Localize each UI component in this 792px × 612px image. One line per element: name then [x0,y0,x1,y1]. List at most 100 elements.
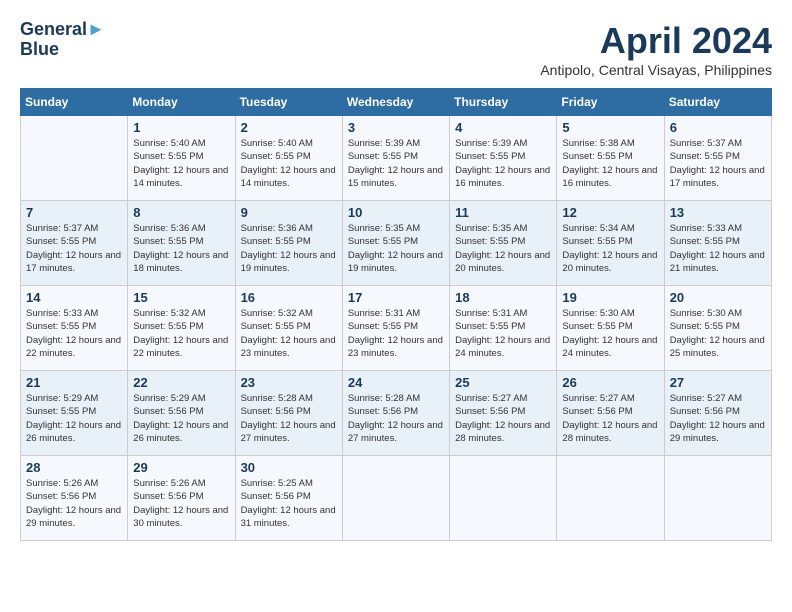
day-number: 15 [133,290,229,305]
calendar-cell [557,456,664,541]
logo-text: General►Blue [20,20,105,60]
calendar-cell: 21 Sunrise: 5:29 AMSunset: 5:55 PMDayligh… [21,371,128,456]
calendar-header-row: SundayMondayTuesdayWednesdayThursdayFrid… [21,89,772,116]
day-info: Sunrise: 5:39 AMSunset: 5:55 PMDaylight:… [348,137,444,190]
calendar-cell: 22Sunrise: 5:29 AMSunset: 5:56 PMDayligh… [128,371,235,456]
calendar-cell: 27 Sunrise: 5:27 AMSunset: 5:56 PMDayligh… [664,371,771,456]
day-info: Sunrise: 5:27 AMSunset: 5:56 PMDaylight:… [670,392,766,445]
day-info: Sunrise: 5:28 AMSunset: 5:56 PMDaylight:… [241,392,337,445]
calendar-week-row: 21 Sunrise: 5:29 AMSunset: 5:55 PMDayligh… [21,371,772,456]
day-info: Sunrise: 5:35 AMSunset: 5:55 PMDaylight:… [455,222,551,275]
day-number: 20 [670,290,766,305]
day-info: Sunrise: 5:33 AMSunset: 5:55 PMDaylight:… [670,222,766,275]
day-number: 27 [670,375,766,390]
calendar-cell: 24Sunrise: 5:28 AMSunset: 5:56 PMDayligh… [342,371,449,456]
day-info: Sunrise: 5:36 AMSunset: 5:55 PMDaylight:… [133,222,229,275]
calendar-week-row: 14 Sunrise: 5:33 AMSunset: 5:55 PMDayligh… [21,286,772,371]
calendar-cell [21,116,128,201]
calendar-cell: 9 Sunrise: 5:36 AMSunset: 5:55 PMDaylight… [235,201,342,286]
day-info: Sunrise: 5:25 AMSunset: 5:56 PMDaylight:… [241,477,337,530]
day-number: 1 [133,120,229,135]
calendar-cell: 25 Sunrise: 5:27 AMSunset: 5:56 PMDayligh… [450,371,557,456]
day-info: Sunrise: 5:27 AMSunset: 5:56 PMDaylight:… [562,392,658,445]
day-number: 10 [348,205,444,220]
day-number: 9 [241,205,337,220]
calendar-cell: 3 Sunrise: 5:39 AMSunset: 5:55 PMDaylight… [342,116,449,201]
day-info: Sunrise: 5:37 AMSunset: 5:55 PMDaylight:… [26,222,122,275]
day-number: 18 [455,290,551,305]
day-info: Sunrise: 5:30 AMSunset: 5:55 PMDaylight:… [670,307,766,360]
day-number: 7 [26,205,122,220]
calendar-cell: 17 Sunrise: 5:31 AMSunset: 5:55 PMDayligh… [342,286,449,371]
day-number: 8 [133,205,229,220]
calendar-cell: 5 Sunrise: 5:38 AMSunset: 5:55 PMDaylight… [557,116,664,201]
day-number: 21 [26,375,122,390]
day-number: 16 [241,290,337,305]
day-number: 12 [562,205,658,220]
calendar-cell: 4Sunrise: 5:39 AMSunset: 5:55 PMDaylight… [450,116,557,201]
calendar-cell: 8 Sunrise: 5:36 AMSunset: 5:55 PMDaylight… [128,201,235,286]
day-number: 17 [348,290,444,305]
logo: General►Blue [20,20,105,60]
page-header: General►Blue April 2024 Antipolo, Centra… [20,20,772,78]
day-info: Sunrise: 5:40 AMSunset: 5:55 PMDaylight:… [241,137,337,190]
day-number: 29 [133,460,229,475]
day-number: 2 [241,120,337,135]
calendar-cell: 20 Sunrise: 5:30 AMSunset: 5:55 PMDayligh… [664,286,771,371]
calendar-cell: 13 Sunrise: 5:33 AMSunset: 5:55 PMDayligh… [664,201,771,286]
title-section: April 2024 Antipolo, Central Visayas, Ph… [540,20,772,78]
location-subtitle: Antipolo, Central Visayas, Philippines [540,62,772,78]
day-info: Sunrise: 5:29 AMSunset: 5:55 PMDaylight:… [26,392,122,445]
calendar-cell: 19Sunrise: 5:30 AMSunset: 5:55 PMDayligh… [557,286,664,371]
calendar-day-header: Friday [557,89,664,116]
calendar-cell: 16 Sunrise: 5:32 AMSunset: 5:55 PMDayligh… [235,286,342,371]
day-info: Sunrise: 5:38 AMSunset: 5:55 PMDaylight:… [562,137,658,190]
day-number: 26 [562,375,658,390]
day-number: 5 [562,120,658,135]
calendar-cell: 11 Sunrise: 5:35 AMSunset: 5:55 PMDayligh… [450,201,557,286]
calendar-cell: 30 Sunrise: 5:25 AMSunset: 5:56 PMDayligh… [235,456,342,541]
calendar-day-header: Thursday [450,89,557,116]
day-info: Sunrise: 5:32 AMSunset: 5:55 PMDaylight:… [133,307,229,360]
day-info: Sunrise: 5:31 AMSunset: 5:55 PMDaylight:… [455,307,551,360]
day-info: Sunrise: 5:33 AMSunset: 5:55 PMDaylight:… [26,307,122,360]
calendar-cell: 23Sunrise: 5:28 AMSunset: 5:56 PMDayligh… [235,371,342,456]
day-info: Sunrise: 5:27 AMSunset: 5:56 PMDaylight:… [455,392,551,445]
day-number: 11 [455,205,551,220]
calendar-week-row: 28 Sunrise: 5:26 AMSunset: 5:56 PMDayligh… [21,456,772,541]
calendar-cell: 14 Sunrise: 5:33 AMSunset: 5:55 PMDayligh… [21,286,128,371]
calendar-cell: 2 Sunrise: 5:40 AMSunset: 5:55 PMDaylight… [235,116,342,201]
day-info: Sunrise: 5:29 AMSunset: 5:56 PMDaylight:… [133,392,229,445]
day-info: Sunrise: 5:34 AMSunset: 5:55 PMDaylight:… [562,222,658,275]
day-number: 14 [26,290,122,305]
day-info: Sunrise: 5:35 AMSunset: 5:55 PMDaylight:… [348,222,444,275]
calendar-week-row: 1 Sunrise: 5:40 AMSunset: 5:55 PMDaylight… [21,116,772,201]
calendar-day-header: Monday [128,89,235,116]
calendar-day-header: Saturday [664,89,771,116]
day-info: Sunrise: 5:28 AMSunset: 5:56 PMDaylight:… [348,392,444,445]
calendar-cell [450,456,557,541]
day-number: 19 [562,290,658,305]
day-number: 13 [670,205,766,220]
calendar-cell: 28Sunrise: 5:26 AMSunset: 5:56 PMDayligh… [21,456,128,541]
day-info: Sunrise: 5:26 AMSunset: 5:56 PMDaylight:… [133,477,229,530]
day-number: 28 [26,460,122,475]
calendar-cell [664,456,771,541]
day-info: Sunrise: 5:31 AMSunset: 5:55 PMDaylight:… [348,307,444,360]
calendar-cell: 1Sunrise: 5:40 AMSunset: 5:55 PMDaylight… [128,116,235,201]
day-info: Sunrise: 5:37 AMSunset: 5:55 PMDaylight:… [670,137,766,190]
calendar-cell: 10 Sunrise: 5:35 AMSunset: 5:55 PMDayligh… [342,201,449,286]
month-title: April 2024 [540,20,772,62]
day-number: 25 [455,375,551,390]
day-number: 6 [670,120,766,135]
day-info: Sunrise: 5:39 AMSunset: 5:55 PMDaylight:… [455,137,551,190]
day-info: Sunrise: 5:32 AMSunset: 5:55 PMDaylight:… [241,307,337,360]
calendar-cell: 12 Sunrise: 5:34 AMSunset: 5:55 PMDayligh… [557,201,664,286]
day-info: Sunrise: 5:36 AMSunset: 5:55 PMDaylight:… [241,222,337,275]
day-number: 3 [348,120,444,135]
day-number: 30 [241,460,337,475]
calendar-cell: 29 Sunrise: 5:26 AMSunset: 5:56 PMDayligh… [128,456,235,541]
calendar-cell: 18 Sunrise: 5:31 AMSunset: 5:55 PMDayligh… [450,286,557,371]
calendar-table: SundayMondayTuesdayWednesdayThursdayFrid… [20,88,772,541]
calendar-cell: 15 Sunrise: 5:32 AMSunset: 5:55 PMDayligh… [128,286,235,371]
